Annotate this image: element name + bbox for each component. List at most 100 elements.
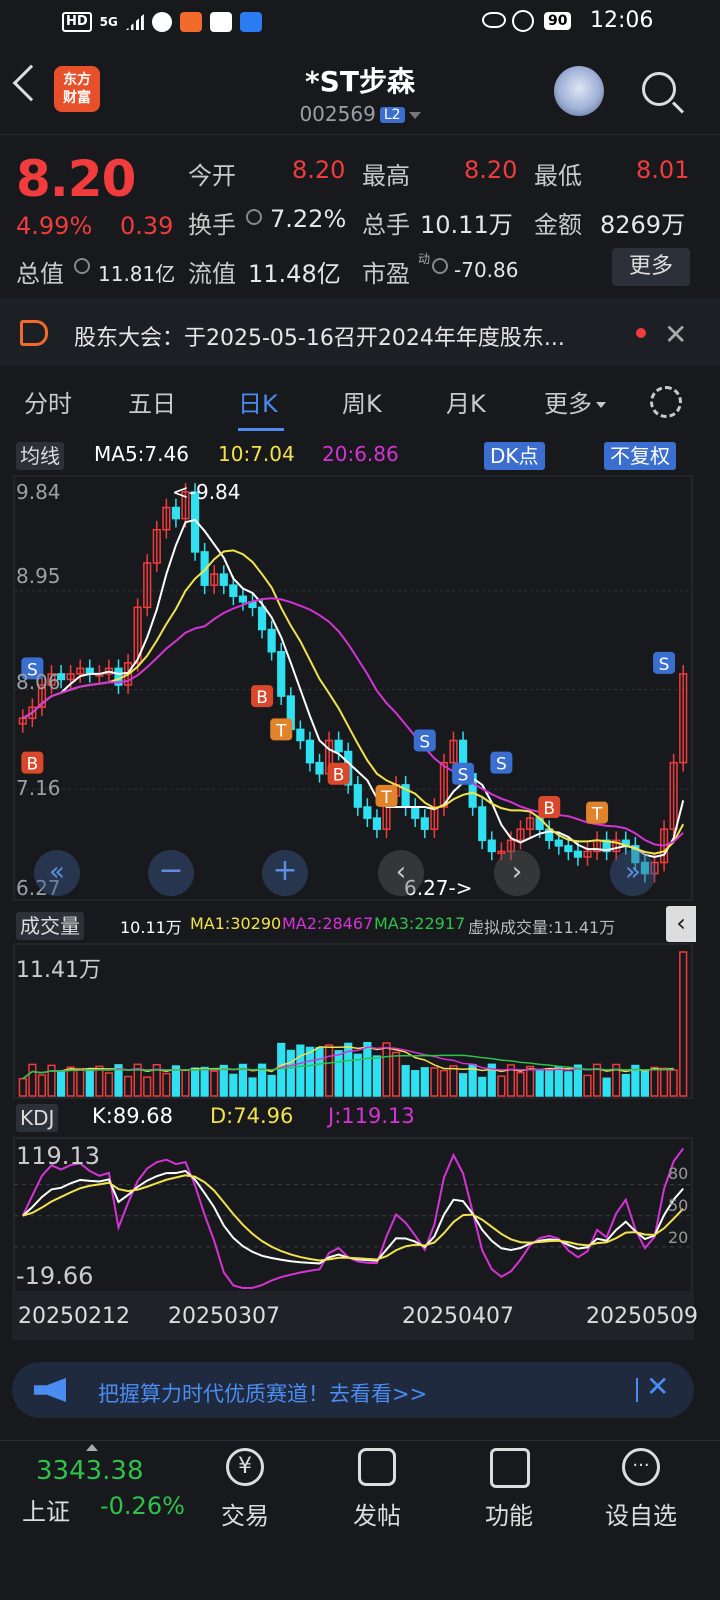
scroll-left-fast-icon[interactable]: « — [34, 850, 80, 896]
calendar-icon — [209, 12, 232, 32]
amount-label: 金额 — [534, 211, 582, 239]
status-left: HD 5G — [62, 12, 262, 32]
volume-bar — [363, 1041, 372, 1097]
vol-ma1-legend: MA1:30290 — [190, 914, 282, 933]
candle-body — [411, 806, 420, 819]
expand-up-icon[interactable] — [86, 1444, 98, 1451]
kdj-chart[interactable] — [0, 1136, 720, 1296]
nav-post[interactable]: 发帖 — [327, 1496, 427, 1531]
volume-axis-max: 11.41万 — [16, 958, 101, 983]
vol-ma3-legend: MA3:22917 — [374, 914, 466, 933]
volume-bar — [391, 1051, 401, 1097]
gear-icon[interactable] — [650, 386, 682, 418]
trade-signal-label: S — [496, 755, 507, 775]
pe-label: 市盈 — [362, 260, 410, 288]
volume-bar — [210, 1070, 219, 1097]
more-button[interactable]: 更多 — [612, 248, 690, 286]
trade-icon[interactable]: ¥ — [226, 1448, 264, 1486]
zoom-in-icon[interactable]: + — [262, 850, 308, 896]
info-icon[interactable] — [246, 209, 262, 225]
tab-weekly-k[interactable]: 周K — [342, 384, 382, 419]
ma20-legend: 20:6.86 — [322, 442, 399, 466]
signal-icon — [125, 14, 144, 30]
date-label: 20250407 — [402, 1304, 514, 1329]
volume-bar — [583, 1074, 592, 1097]
zoom-out-icon[interactable]: − — [148, 850, 194, 896]
close-icon[interactable]: ✕ — [646, 1370, 669, 1403]
amount-value: 8269万 — [600, 211, 686, 239]
kdj-axis-min: -19.66 — [16, 1262, 94, 1290]
info-icon[interactable] — [432, 258, 448, 274]
tab-daily-k[interactable]: 日K — [238, 384, 278, 419]
close-icon[interactable]: ✕ — [664, 318, 687, 351]
volume-bar — [324, 1044, 334, 1097]
collapse-panel-icon[interactable]: ‹ — [666, 906, 696, 942]
kdj-selector-button[interactable]: KDJ — [16, 1104, 59, 1132]
trade-signal-label: S — [419, 732, 430, 752]
tab-more[interactable]: 更多 — [544, 384, 606, 419]
volume-bar — [554, 1066, 563, 1097]
nav-add-watchlist[interactable]: 设自选 — [591, 1496, 691, 1531]
volume-bar — [401, 1065, 410, 1097]
index-value[interactable]: 3343.38 — [36, 1456, 144, 1486]
volume-selector-button[interactable]: 成交量 — [16, 912, 84, 940]
tab-intraday[interactable]: 分时 — [24, 384, 72, 419]
info-icon[interactable] — [74, 258, 90, 274]
notice-text[interactable]: 股东大会：于2025-05-16召开2024年年度股东... — [74, 320, 565, 352]
volume-bar — [420, 1067, 429, 1097]
volume-bar — [478, 1076, 487, 1097]
candle-body — [305, 739, 315, 764]
volume-bar — [430, 1067, 439, 1097]
nav-functions[interactable]: 功能 — [459, 1496, 559, 1531]
promo-banner-text[interactable]: 把握算力时代优质赛道！去看看>> — [98, 1378, 427, 1408]
candle-body — [171, 506, 181, 520]
network-label: 5G — [99, 15, 118, 29]
volume-bar — [296, 1044, 305, 1097]
eye-icon — [482, 12, 506, 28]
volume-chart[interactable] — [0, 942, 720, 1102]
tab-five-day[interactable]: 五日 — [128, 384, 176, 419]
low-value: 8.01 — [636, 156, 690, 184]
volume-bar — [104, 1072, 114, 1097]
functions-icon[interactable] — [490, 1448, 530, 1488]
high-label: 最高 — [362, 162, 410, 190]
volume-bar — [439, 1069, 449, 1097]
adjust-mode-button[interactable]: 不复权 — [604, 442, 676, 470]
scroll-right-fast-icon[interactable]: » — [610, 850, 656, 896]
volume-bar — [267, 1074, 276, 1097]
kdj-axis-max: 119.13 — [16, 1142, 100, 1170]
candle-body — [296, 728, 305, 742]
current-price: 8.20 — [16, 150, 136, 208]
change-percent: 4.99% — [16, 212, 93, 240]
float-mv-value: 11.48亿 — [248, 260, 341, 288]
volume-bar — [516, 1071, 525, 1097]
volume-bar — [602, 1077, 611, 1097]
volume-bar — [650, 1066, 659, 1097]
kline-chart[interactable]: BSBTBTSSSB TS — [0, 470, 720, 910]
volume-bar — [123, 1075, 133, 1097]
tab-monthly-k[interactable]: 月K — [446, 384, 486, 419]
search-icon[interactable] — [642, 72, 676, 106]
app-notification-icon — [179, 12, 202, 32]
nav-trade[interactable]: 交易 — [195, 1496, 295, 1531]
robot-assistant-icon[interactable] — [554, 66, 604, 116]
watchlist-icon[interactable]: ··· — [622, 1448, 660, 1486]
high-value: 8.20 — [464, 156, 518, 184]
scroll-right-icon[interactable]: › — [494, 850, 540, 896]
divider — [0, 134, 720, 135]
volume-bar — [143, 1076, 152, 1097]
post-icon[interactable] — [358, 1448, 396, 1486]
active-tab-indicator — [238, 428, 284, 431]
date-label: 20250509 — [586, 1304, 698, 1329]
virtual-volume-legend: 虚拟成交量:11.41万 — [468, 918, 616, 937]
volume-bar — [621, 1073, 630, 1097]
ma-selector-button[interactable]: 均线 — [16, 442, 64, 470]
stock-code-row[interactable]: 002569 L2 — [0, 102, 720, 126]
app-root: HD 5G 90 12:06 东方 财富 *ST步森 002569 L2 8.20 … — [0, 0, 720, 1600]
kdj-ref-20: 20 — [668, 1228, 689, 1247]
index-change: -0.26% — [100, 1492, 185, 1520]
dk-point-button[interactable]: DK点 — [484, 442, 545, 470]
trade-signal-label: S — [458, 766, 469, 786]
scroll-left-icon[interactable]: ‹ — [378, 850, 424, 896]
volume-bar — [669, 1069, 678, 1097]
